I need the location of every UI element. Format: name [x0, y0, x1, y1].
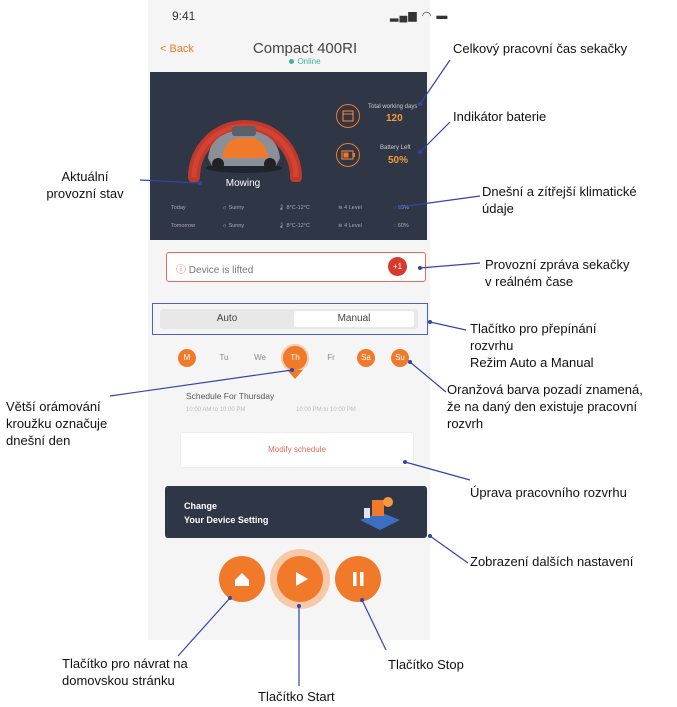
callout-more-settings: Zobrazení dalších nastavení [470, 554, 634, 569]
callout-state: Aktuální provozní stav [46, 169, 124, 201]
callout-stop: Tlačítko Stop [388, 657, 464, 672]
callout-today: Větší orámování kroužku označuje dnešní de… [6, 399, 108, 448]
callout-weather: Dnešní a zítřejší klimatické údaje [482, 184, 637, 216]
callout-total-time: Celkový pracovní čas sekačky [453, 41, 628, 56]
callout-start: Tlačítko Start [258, 689, 335, 704]
callout-home: Tlačítko pro návrat na domovskou stránku [62, 656, 188, 688]
callout-message: Provozní zpráva sekačky v reálném čase [485, 257, 630, 289]
callout-toggle: Tlačítko pro přepínání rozvrhu Režim Auto … [470, 321, 597, 370]
callout-orange-days: Oranžová barva pozadí znamená, že na daný… [447, 382, 643, 431]
callout-edit-schedule: Úprava pracovního rozvrhu [470, 485, 627, 500]
callout-battery: Indikátor baterie [453, 109, 547, 124]
